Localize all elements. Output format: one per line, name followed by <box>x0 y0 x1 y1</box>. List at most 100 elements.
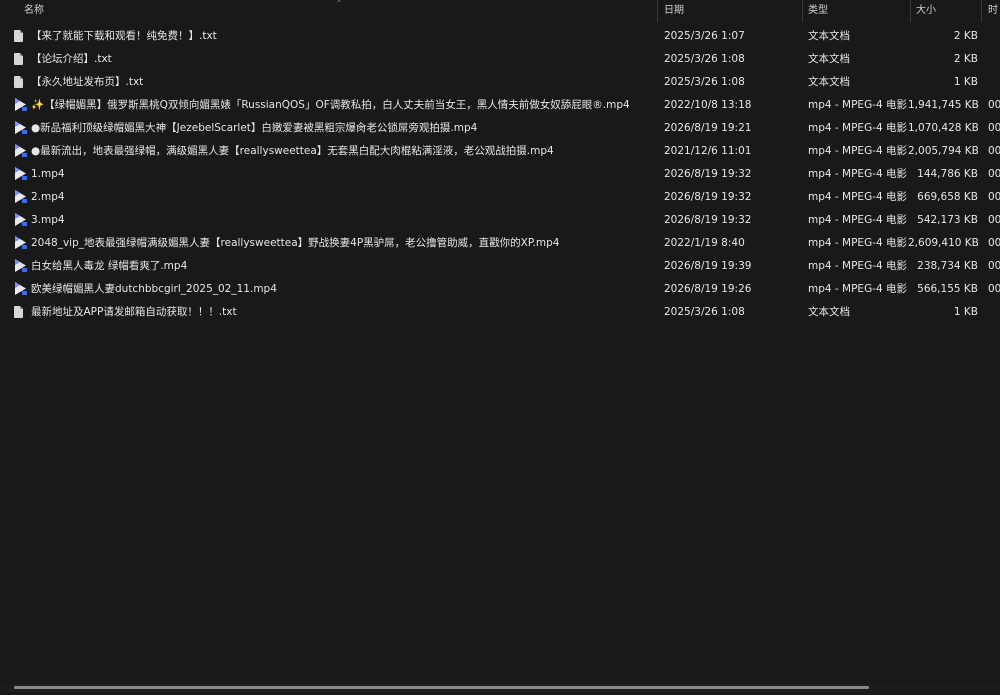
file-name: 最新地址及APP请发邮箱自动获取！！！.txt <box>31 306 237 318</box>
file-type: mp4 - MPEG-4 电影... <box>808 260 908 272</box>
column-divider[interactable] <box>802 0 803 22</box>
file-name: 【来了就能下载和观看！纯免费！】.txt <box>31 30 217 42</box>
file-name: 1.mp4 <box>31 168 65 180</box>
video-file-icon <box>14 212 27 226</box>
column-date-header[interactable]: 日期 <box>664 0 794 22</box>
file-row[interactable]: ●新品福利顶级绿帽媚黑大神【JezebelScarlet】白嫩爱妻被黑粗宗爆肏老… <box>0 117 1000 140</box>
file-size: 144,786 KB <box>917 168 978 180</box>
file-name: 【论坛介绍】.txt <box>31 53 112 65</box>
file-date: 2026/8/19 19:39 <box>664 260 752 272</box>
video-file-icon <box>14 189 27 203</box>
text-file-icon <box>14 306 23 318</box>
file-row[interactable]: 2.mp4 2026/8/19 19:32 mp4 - MPEG-4 电影... 66… <box>0 186 1000 209</box>
file-extra: 00 <box>988 122 1000 134</box>
file-extra <box>988 25 1000 48</box>
file-extra: 00 <box>988 145 1000 157</box>
file-icon-cell <box>14 71 28 94</box>
file-row[interactable]: 欧美绿帽媚黑人妻dutchbbcgirl_2025_02_11.mp4 2026/… <box>0 278 1000 301</box>
file-row[interactable]: 2048_vip_地表最强绿帽满级媚黑人妻【reallysweettea】野战换… <box>0 232 1000 255</box>
video-file-icon <box>14 235 27 249</box>
file-row[interactable]: 【论坛介绍】.txt 2025/3/26 1:08 文本文档 2 KB <box>0 48 1000 71</box>
file-date: 2026/8/19 19:32 <box>664 168 752 180</box>
file-list: 【来了就能下载和观看！纯免费！】.txt 2025/3/26 1:07 文本文档 2 … <box>0 25 1000 324</box>
file-size: 1 KB <box>953 76 978 88</box>
column-size-header[interactable]: 大小 <box>916 0 976 22</box>
file-extra: 00 <box>988 214 1000 226</box>
file-date: 2022/1/19 8:40 <box>664 237 745 249</box>
file-name: 欧美绿帽媚黑人妻dutchbbcgirl_2025_02_11.mp4 <box>31 283 277 295</box>
file-extra <box>988 301 1000 324</box>
file-type: 文本文档 <box>808 30 850 42</box>
file-row[interactable]: ✨【绿帽媚黑】俄罗斯黑桃Q双倾向媚黑婊「RussianQOS」OF调教私拍，白人… <box>0 94 1000 117</box>
file-extra <box>988 48 1000 71</box>
file-size: 566,155 KB <box>917 283 978 295</box>
text-file-icon <box>14 53 23 65</box>
file-row[interactable]: 1.mp4 2026/8/19 19:32 mp4 - MPEG-4 电影... 14… <box>0 163 1000 186</box>
horizontal-scrollbar-thumb[interactable] <box>14 686 869 689</box>
file-extra: 00 <box>988 168 1000 180</box>
file-icon-cell <box>14 301 28 324</box>
file-icon-cell <box>14 209 28 232</box>
file-type: mp4 - MPEG-4 电影... <box>808 214 908 226</box>
file-name: ●新品福利顶级绿帽媚黑大神【JezebelScarlet】白嫩爱妻被黑粗宗爆肏老… <box>31 122 478 134</box>
file-icon-cell <box>14 25 28 48</box>
file-size: 1 KB <box>953 306 978 318</box>
file-type: mp4 - MPEG-4 电影... <box>808 283 908 295</box>
file-icon-cell <box>14 94 28 117</box>
file-name: 2048_vip_地表最强绿帽满级媚黑人妻【reallysweettea】野战换… <box>31 237 560 249</box>
column-header: ⌃ 名称 日期 类型 大小 时 <box>0 0 1000 22</box>
video-file-icon <box>14 97 27 111</box>
file-date: 2026/8/19 19:32 <box>664 191 752 203</box>
file-date: 2025/3/26 1:08 <box>664 306 745 318</box>
file-size: 2 KB <box>953 30 978 42</box>
file-extra <box>988 71 1000 94</box>
file-name: 【永久地址发布页】.txt <box>31 76 144 88</box>
video-file-icon <box>14 258 27 272</box>
column-divider[interactable] <box>981 0 982 22</box>
file-type: 文本文档 <box>808 53 850 65</box>
file-extra: 00 <box>988 191 1000 203</box>
file-extra: 00 <box>988 99 1000 111</box>
file-type: mp4 - MPEG-4 电影... <box>808 145 908 157</box>
column-divider[interactable] <box>657 0 658 22</box>
video-file-icon <box>14 143 27 157</box>
file-extra: 00 <box>988 260 1000 272</box>
file-date: 2025/3/26 1:08 <box>664 76 745 88</box>
file-name: ●最新流出，地表最强绿帽，满级媚黑人妻【reallysweettea】无套黑白配… <box>31 145 554 157</box>
file-date: 2025/3/26 1:07 <box>664 30 745 42</box>
file-type: mp4 - MPEG-4 电影... <box>808 122 908 134</box>
file-type: 文本文档 <box>808 306 850 318</box>
video-file-icon <box>14 166 27 180</box>
column-name-header[interactable]: 名称 <box>24 0 644 22</box>
file-row[interactable]: ●最新流出，地表最强绿帽，满级媚黑人妻【reallysweettea】无套黑白配… <box>0 140 1000 163</box>
file-size: 2 KB <box>953 53 978 65</box>
file-row[interactable]: 最新地址及APP请发邮箱自动获取！！！.txt 2025/3/26 1:08 文本文… <box>0 301 1000 324</box>
file-row[interactable]: 【来了就能下载和观看！纯免费！】.txt 2025/3/26 1:07 文本文档 2 … <box>0 25 1000 48</box>
file-name: 白女给黑人毒龙 绿帽看爽了.mp4 <box>31 260 188 272</box>
file-size: 542,173 KB <box>917 214 978 226</box>
file-icon-cell <box>14 48 28 71</box>
file-row[interactable]: 3.mp4 2026/8/19 19:32 mp4 - MPEG-4 电影... 54… <box>0 209 1000 232</box>
file-icon-cell <box>14 186 28 209</box>
file-icon-cell <box>14 232 28 255</box>
file-date: 2026/8/19 19:21 <box>664 122 752 134</box>
file-type: 文本文档 <box>808 76 850 88</box>
file-extra: 00 <box>988 283 1000 295</box>
file-name: 2.mp4 <box>31 191 65 203</box>
video-file-icon <box>14 281 27 295</box>
file-row[interactable]: 【永久地址发布页】.txt 2025/3/26 1:08 文本文档 1 KB <box>0 71 1000 94</box>
file-name: ✨【绿帽媚黑】俄罗斯黑桃Q双倾向媚黑婊「RussianQOS」OF调教私拍，白人… <box>31 99 630 111</box>
file-icon-cell <box>14 163 28 186</box>
file-icon-cell <box>14 255 28 278</box>
file-icon-cell <box>14 140 28 163</box>
column-type-header[interactable]: 类型 <box>808 0 908 22</box>
file-extra: 00 <box>988 237 1000 249</box>
file-date: 2021/12/6 11:01 <box>664 145 752 157</box>
column-extra-header[interactable]: 时 <box>988 0 1000 22</box>
column-divider[interactable] <box>910 0 911 22</box>
file-name: 3.mp4 <box>31 214 65 226</box>
file-type: mp4 - MPEG-4 电影... <box>808 191 908 203</box>
text-file-icon <box>14 76 23 88</box>
file-size: 238,734 KB <box>917 260 978 272</box>
file-row[interactable]: 白女给黑人毒龙 绿帽看爽了.mp4 2026/8/19 19:39 mp4 - MP… <box>0 255 1000 278</box>
